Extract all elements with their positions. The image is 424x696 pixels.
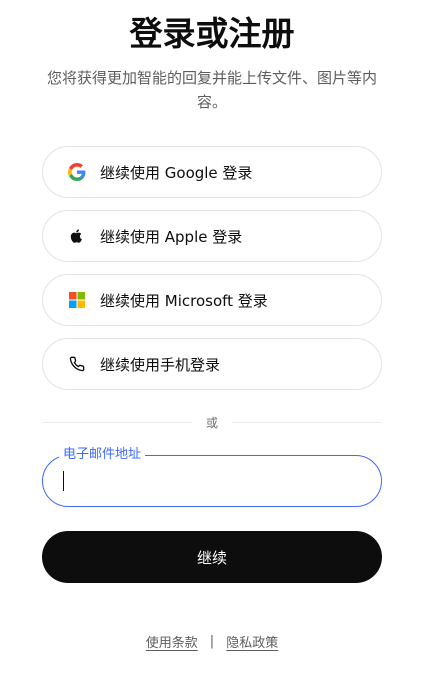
phone-login-button[interactable]: 继续使用手机登录	[42, 338, 382, 390]
apple-login-button[interactable]: 继续使用 Apple 登录	[42, 210, 382, 262]
page-title: 登录或注册	[129, 14, 295, 53]
terms-link[interactable]: 使用条款	[146, 632, 198, 651]
footer-separator: |	[209, 634, 215, 649]
divider-line-right	[232, 421, 383, 423]
phone-icon	[67, 354, 87, 374]
privacy-link[interactable]: 隐私政策	[226, 632, 278, 651]
footer-links: 使用条款 | 隐私政策	[0, 632, 424, 651]
apple-icon	[67, 226, 87, 246]
google-login-button[interactable]: 继续使用 Google 登录	[42, 146, 382, 198]
microsoft-login-button[interactable]: 继续使用 Microsoft 登录	[42, 274, 382, 326]
continue-button[interactable]: 继续	[42, 531, 382, 583]
microsoft-icon	[67, 290, 87, 310]
google-icon	[67, 162, 87, 182]
divider-text: 或	[206, 415, 219, 430]
email-field[interactable]	[61, 466, 361, 496]
page-subtitle: 您将获得更加智能的回复并能上传文件、图片等内容。	[46, 69, 377, 111]
email-field-container[interactable]: 电子邮件地址	[42, 446, 382, 507]
microsoft-login-label: 继续使用 Microsoft 登录	[100, 291, 268, 310]
email-field-label: 电子邮件地址	[59, 446, 146, 464]
google-login-label: 继续使用 Google 登录	[100, 163, 253, 182]
text-caret	[63, 471, 64, 491]
divider-line-left	[42, 421, 192, 423]
or-divider: 或	[42, 412, 383, 432]
apple-login-label: 继续使用 Apple 登录	[100, 227, 243, 246]
phone-login-label: 继续使用手机登录	[100, 355, 221, 374]
